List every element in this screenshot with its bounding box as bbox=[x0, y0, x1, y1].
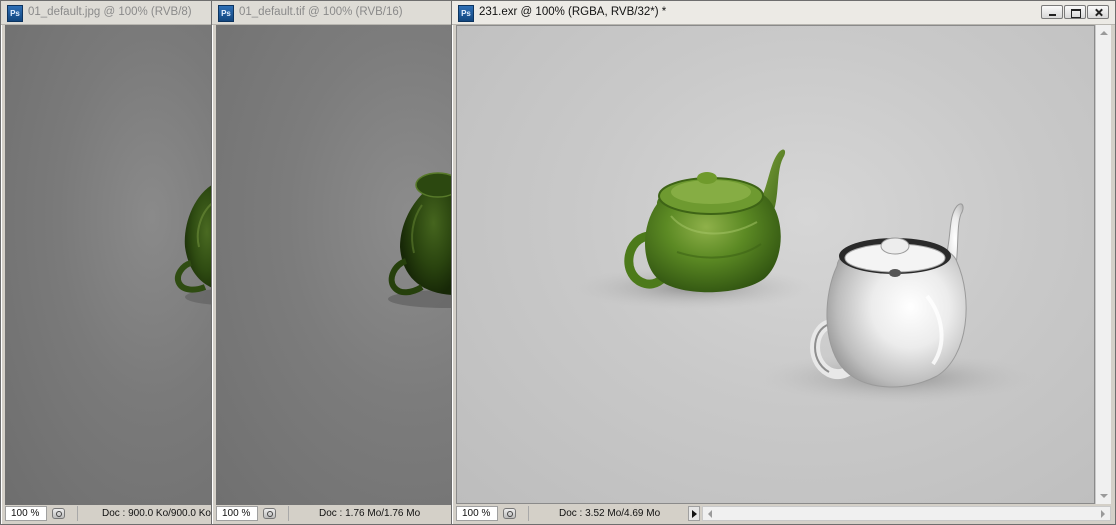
green-teapot-partial bbox=[388, 172, 460, 308]
minimize-icon[interactable] bbox=[1041, 5, 1063, 19]
window-title: 231.exr @ 100% (RGBA, RVB/32*) * bbox=[479, 6, 667, 18]
window-title: 01_default.tif @ 100% (RVB/16) bbox=[239, 6, 403, 18]
window-title: 01_default.jpg @ 100% (RVB/8) bbox=[28, 6, 192, 18]
window-controls bbox=[1041, 5, 1109, 21]
doc-size-info: Doc : 3.52 Mo/4.69 Mo bbox=[528, 506, 660, 521]
image-canvas[interactable] bbox=[216, 25, 460, 505]
window-titlebar[interactable]: Ps 231.exr @ 100% (RGBA, RVB/32*) * bbox=[452, 1, 1115, 25]
status-bar: 100 % Doc : 1.76 Mo/1.76 Mo bbox=[216, 505, 456, 522]
teapots-render bbox=[572, 149, 1037, 404]
photoshop-app-icon: Ps bbox=[7, 5, 23, 22]
scroll-down-icon[interactable] bbox=[1100, 494, 1108, 498]
scroll-left-icon[interactable] bbox=[708, 510, 713, 518]
green-teapot-partial bbox=[175, 183, 215, 305]
status-menu-icon[interactable] bbox=[52, 508, 65, 519]
photoshop-app-icon: Ps bbox=[218, 5, 234, 22]
window-titlebar[interactable]: Ps 01_default.tif @ 100% (RVB/16) bbox=[212, 1, 460, 25]
document-window-exr[interactable]: Ps 231.exr @ 100% (RGBA, RVB/32*) * 100 … bbox=[451, 0, 1116, 525]
status-bar: 100 % Doc : 900.0 Ko/900.0 Ko bbox=[5, 505, 215, 522]
doc-size-info: Doc : 1.76 Mo/1.76 Mo bbox=[288, 506, 420, 521]
document-window-tif[interactable]: Ps 01_default.tif @ 100% (RVB/16) 100 % … bbox=[211, 0, 461, 525]
vertical-scrollbar[interactable] bbox=[1095, 25, 1111, 504]
scroll-up-icon[interactable] bbox=[1100, 31, 1108, 35]
close-icon[interactable] bbox=[1087, 5, 1109, 19]
scroll-right-icon[interactable] bbox=[1101, 510, 1105, 518]
zoom-field[interactable]: 100 % bbox=[216, 506, 258, 521]
status-menu-icon[interactable] bbox=[503, 508, 516, 519]
zoom-field[interactable]: 100 % bbox=[5, 506, 47, 521]
photoshop-app-icon: Ps bbox=[458, 5, 474, 22]
doc-size-info: Doc : 900.0 Ko/900.0 Ko bbox=[77, 506, 211, 521]
horizontal-scrollbar[interactable] bbox=[702, 506, 1111, 521]
restore-icon[interactable] bbox=[1064, 5, 1086, 19]
document-window-jpg[interactable]: Ps 01_default.jpg @ 100% (RVB/8) 100 % D… bbox=[0, 0, 220, 525]
status-bar: 100 % Doc : 3.52 Mo/4.69 Mo bbox=[456, 505, 1111, 522]
arrow-right-icon[interactable] bbox=[688, 506, 701, 521]
window-titlebar[interactable]: Ps 01_default.jpg @ 100% (RVB/8) bbox=[1, 1, 219, 25]
image-canvas[interactable] bbox=[5, 25, 215, 505]
image-canvas[interactable] bbox=[456, 25, 1095, 504]
status-menu-icon[interactable] bbox=[263, 508, 276, 519]
zoom-field[interactable]: 100 % bbox=[456, 506, 498, 521]
